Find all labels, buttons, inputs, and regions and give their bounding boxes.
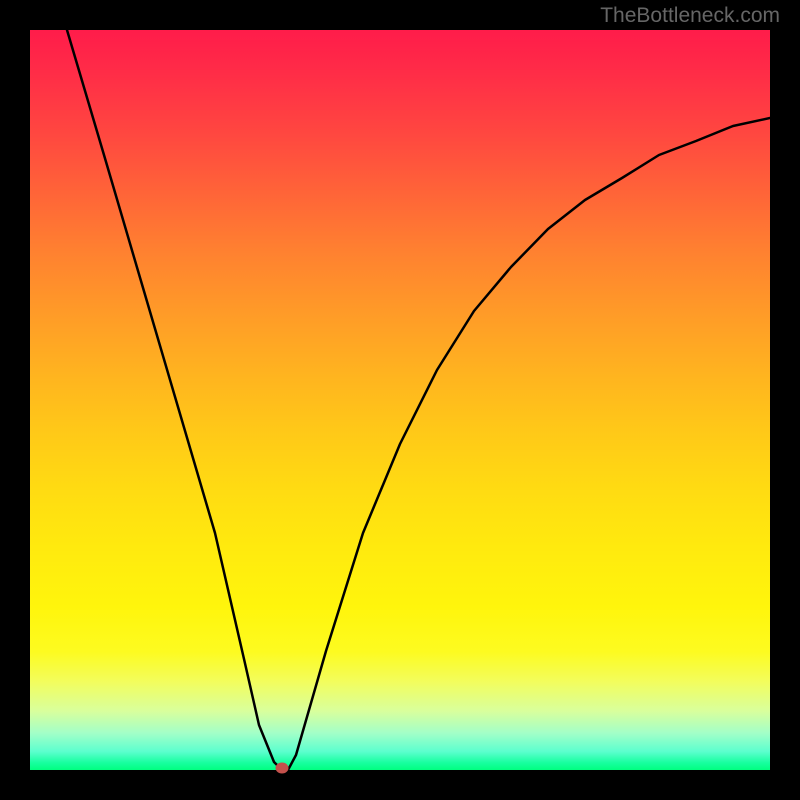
bottleneck-curve-path [67,30,770,770]
watermark-text: TheBottleneck.com [600,4,780,28]
curve-svg [30,30,770,770]
minimum-marker-dot [276,763,289,774]
chart-frame: TheBottleneck.com [0,0,800,800]
plot-area [30,30,770,770]
